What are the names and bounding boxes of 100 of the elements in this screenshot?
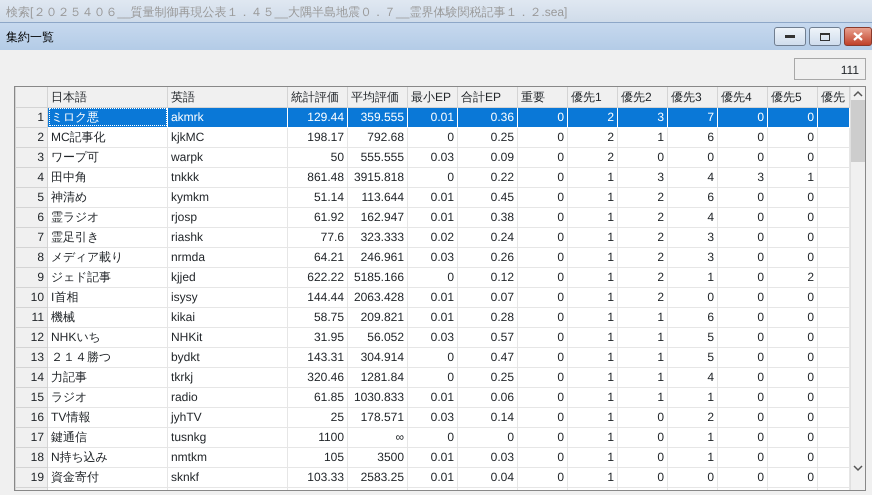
table-cell: 5185.166 <box>348 267 408 287</box>
table-cell: 2 <box>568 127 618 147</box>
table-cell: 0 <box>768 287 818 307</box>
table-cell: ミロク悪 <box>48 107 168 127</box>
column-header[interactable]: 優先5 <box>768 87 818 107</box>
table-cell: 3 <box>618 167 668 187</box>
table-cell: 0.14 <box>458 407 518 427</box>
table-cell: 0 <box>768 387 818 407</box>
table-cell: 0 <box>618 427 668 447</box>
column-header[interactable]: 平均評価 <box>348 87 408 107</box>
table-cell: 0 <box>718 327 768 347</box>
column-header[interactable]: 優先 <box>818 87 850 107</box>
table-cell: 霊足引き <box>48 227 168 247</box>
table-cell: jyhTV <box>168 407 288 427</box>
table-cell: 0 <box>718 187 768 207</box>
table-cell: 3 <box>668 227 718 247</box>
table-cell: tusnkg <box>168 427 288 447</box>
table-cell: 0 <box>518 187 568 207</box>
table-cell: riashk <box>168 227 288 247</box>
table-cell: 0 <box>718 307 768 327</box>
table-cell: 0 <box>408 347 458 367</box>
table-cell: 64.21 <box>288 247 348 267</box>
column-header[interactable]: 統計評価 <box>288 87 348 107</box>
table-cell: 0 <box>408 427 458 447</box>
table-cell: 0.04 <box>458 467 518 487</box>
row-number: 6 <box>16 207 48 227</box>
table-cell: 1 <box>568 227 618 247</box>
table-cell: kjjed <box>168 267 288 287</box>
table-cell: 0 <box>718 107 768 127</box>
table-cell: 1 <box>618 127 668 147</box>
table-cell: 1 <box>618 327 668 347</box>
table-cell: 129.44 <box>288 107 348 127</box>
table-cell: 31.95 <box>288 327 348 347</box>
table-cell: sknkf <box>168 467 288 487</box>
table-cell: 力記事 <box>48 367 168 387</box>
table-cell: 0 <box>768 227 818 247</box>
column-header[interactable]: 優先3 <box>668 87 718 107</box>
column-header[interactable]: 英語 <box>168 87 288 107</box>
table-cell: 6 <box>668 187 718 207</box>
row-number: 13 <box>16 347 48 367</box>
table-cell: 1 <box>618 347 668 367</box>
table-cell: ワープ可 <box>48 147 168 167</box>
table-cell: 0 <box>768 367 818 387</box>
table-cell: 0 <box>518 127 568 147</box>
table-cell: 資金寄付 <box>48 467 168 487</box>
table-cell: ラジオ <box>48 387 168 407</box>
table-cell: 61.92 <box>288 207 348 227</box>
table-cell: 0.03 <box>408 327 458 347</box>
table-cell: 0 <box>518 407 568 427</box>
table-cell: 0 <box>668 147 718 167</box>
table-cell: 144.44 <box>288 287 348 307</box>
table-cell: 1 <box>568 307 618 327</box>
row-number: 10 <box>16 287 48 307</box>
table-cell: 5 <box>668 347 718 367</box>
column-header[interactable]: 重要 <box>518 87 568 107</box>
table-cell: 622.22 <box>288 267 348 287</box>
table-cell: 田中角 <box>48 167 168 187</box>
column-header[interactable]: 日本語 <box>48 87 168 107</box>
table-cell: nmtkm <box>168 447 288 467</box>
table-cell: kikai <box>168 307 288 327</box>
row-number: 1 <box>16 107 48 127</box>
table-cell: 1100 <box>288 427 348 447</box>
column-header[interactable]: 優先1 <box>568 87 618 107</box>
column-header[interactable]: 優先2 <box>618 87 668 107</box>
table-cell: 神清め <box>48 187 168 207</box>
column-header[interactable]: 最小EP <box>408 87 458 107</box>
column-header[interactable]: 優先4 <box>718 87 768 107</box>
table-cell: 1 <box>568 467 618 487</box>
table-cell: 1 <box>618 387 668 407</box>
table-cell: 1 <box>568 427 618 447</box>
table-cell: 1 <box>568 347 618 367</box>
table-cell: 1 <box>568 207 618 227</box>
table-cell: 0 <box>768 307 818 327</box>
table-cell: 323.333 <box>348 227 408 247</box>
table-cell: 1 <box>768 167 818 187</box>
table-cell: 0.09 <box>458 147 518 167</box>
table-cell: 1 <box>568 327 618 347</box>
table-cell: 0.02 <box>408 227 458 247</box>
table-cell: ２１４勝つ <box>48 347 168 367</box>
table-cell: 105 <box>288 447 348 467</box>
table-cell: 3 <box>718 167 768 187</box>
table-cell: 1 <box>568 247 618 267</box>
table-cell: 0.01 <box>408 287 458 307</box>
table-cell: 0 <box>768 207 818 227</box>
table-cell: 0 <box>768 107 818 127</box>
table-cell: nrmda <box>168 247 288 267</box>
table-cell: 51.14 <box>288 187 348 207</box>
table-cell: 4 <box>668 167 718 187</box>
table-cell: 0.12 <box>458 267 518 287</box>
table-cell: 0 <box>768 347 818 367</box>
table-cell: 0 <box>718 367 768 387</box>
table-cell: 0 <box>518 267 568 287</box>
table-cell: warpk <box>168 147 288 167</box>
table-cell: 2 <box>618 267 668 287</box>
row-number: 7 <box>16 227 48 247</box>
table-cell: 1030.833 <box>348 387 408 407</box>
table-cell: 0.25 <box>458 367 518 387</box>
column-header[interactable]: 合計EP <box>458 87 518 107</box>
table-cell: 0.03 <box>408 147 458 167</box>
table-cell: 2 <box>568 107 618 127</box>
